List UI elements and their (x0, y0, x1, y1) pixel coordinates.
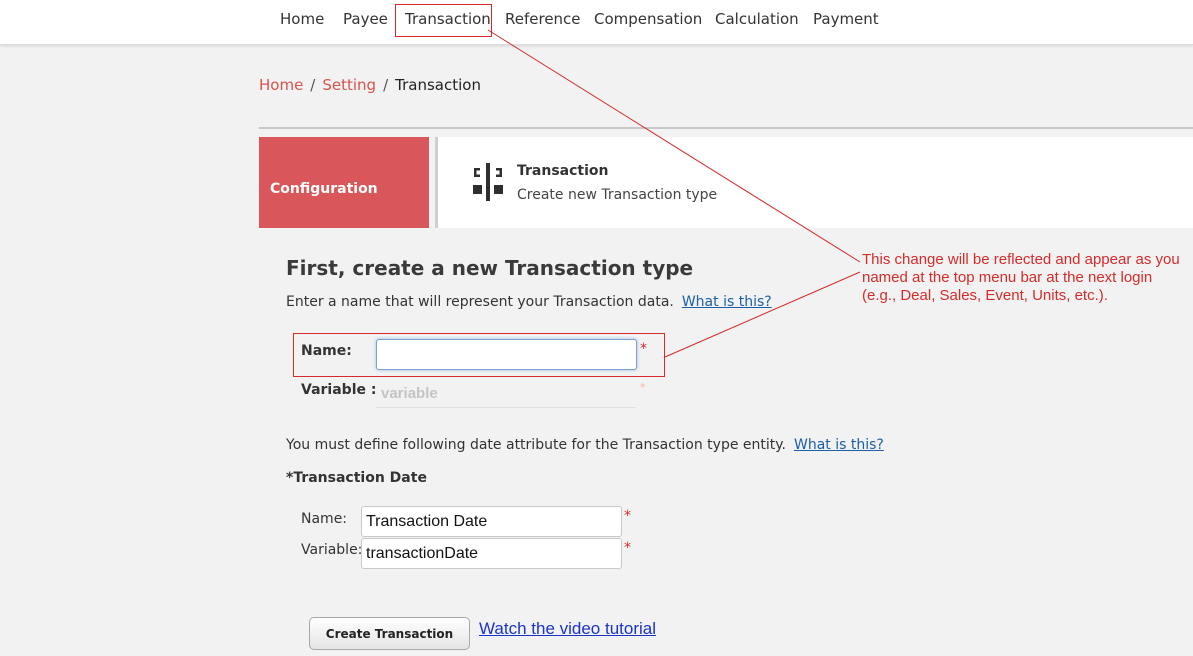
name-description-text: Enter a name that will represent your Tr… (286, 294, 674, 310)
breadcrumb-separator: / (383, 76, 389, 94)
nav-item-home[interactable]: Home (280, 0, 324, 38)
watch-video-tutorial-link[interactable]: Watch the video tutorial (479, 619, 656, 639)
date-description-text: You must define following date attribute… (286, 437, 786, 453)
what-is-this-link-date[interactable]: What is this? (794, 437, 884, 453)
date-variable-input[interactable] (361, 538, 622, 569)
breadcrumb-setting[interactable]: Setting (322, 76, 376, 94)
date-name-input[interactable] (361, 506, 622, 537)
info-title: Transaction (517, 163, 609, 179)
breadcrumb-separator: / (310, 76, 316, 94)
page-heading: First, create a new Transaction type (286, 256, 694, 280)
nav-transaction-highlight-box (395, 4, 492, 37)
nav-item-payment[interactable]: Payment (813, 0, 879, 38)
transaction-name-input[interactable] (376, 339, 637, 370)
transaction-variable-input (376, 379, 636, 408)
annotation-note: This change will be reflected and appear… (862, 251, 1180, 304)
variable-label: Variable : (301, 382, 377, 398)
nav-item-payee[interactable]: Payee (343, 0, 388, 38)
what-is-this-link[interactable]: What is this? (682, 294, 772, 310)
transaction-date-title: *Transaction Date (286, 470, 427, 486)
breadcrumb-current: Transaction (395, 76, 481, 94)
required-mark: * (624, 508, 631, 524)
required-mark-faint: * (640, 381, 646, 394)
breadcrumb: Home / Setting / Transaction (259, 76, 481, 94)
top-menu-bar: Home Payee Transaction Reference Compens… (0, 0, 1193, 45)
info-panel: Transaction Create new Transaction type (438, 137, 1193, 228)
date-name-label: Name: (301, 511, 348, 527)
required-mark: * (640, 341, 647, 357)
name-description: Enter a name that will represent your Tr… (286, 294, 772, 310)
section-divider (259, 127, 1193, 129)
nav-item-compensation[interactable]: Compensation (594, 0, 702, 38)
date-attribute-description: You must define following date attribute… (286, 437, 884, 453)
configuration-tile[interactable]: Configuration (259, 137, 429, 228)
name-label: Name: (301, 343, 352, 359)
transaction-type-icon (473, 163, 503, 201)
info-subtitle: Create new Transaction type (517, 187, 718, 203)
date-variable-label: Variable: (301, 542, 363, 558)
create-transaction-button[interactable]: Create Transaction (309, 617, 470, 650)
required-mark: * (624, 540, 631, 556)
nav-item-calculation[interactable]: Calculation (715, 0, 799, 38)
breadcrumb-home[interactable]: Home (259, 76, 303, 94)
nav-item-reference[interactable]: Reference (505, 0, 581, 38)
